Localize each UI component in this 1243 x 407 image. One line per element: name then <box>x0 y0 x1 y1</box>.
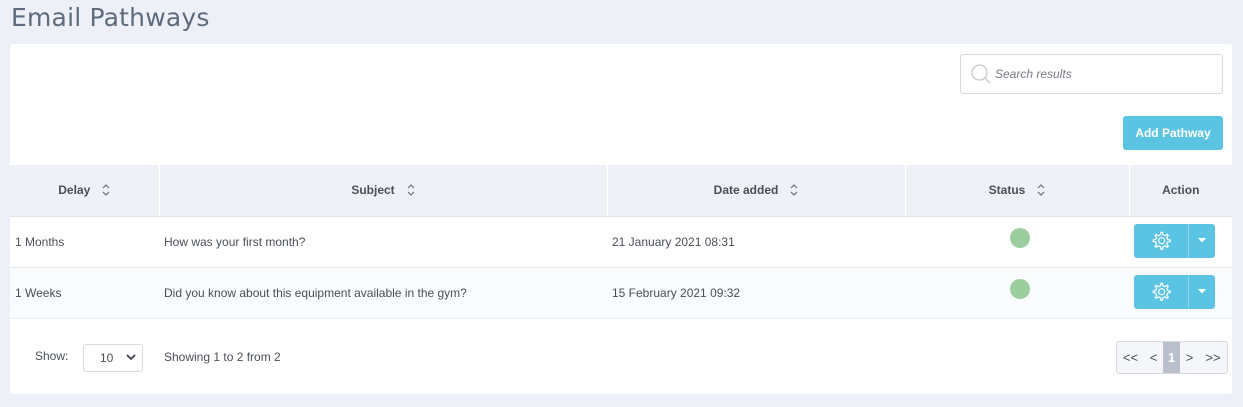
column-header-subject[interactable]: Subject <box>159 165 608 217</box>
page-title: Email Pathways <box>11 3 210 32</box>
first-page-button[interactable]: << <box>1117 342 1144 373</box>
row-action-group <box>1134 274 1232 309</box>
pagination: << < 1 > >> <box>1116 341 1228 374</box>
row-menu-dropdown-button[interactable] <box>1189 223 1215 258</box>
cell-action <box>1129 216 1232 268</box>
table-row: 1 Months How was your first month? 21 Ja… <box>10 216 1232 268</box>
add-pathway-button[interactable]: Add Pathway <box>1123 116 1223 150</box>
search-input[interactable] <box>995 56 1222 92</box>
sort-icon[interactable] <box>1037 183 1045 197</box>
table-header-row: Delay Subject Date added Status Action <box>10 165 1232 217</box>
search-box[interactable] <box>960 54 1223 94</box>
page-size-value: 10 <box>100 351 114 365</box>
pagination-summary: Showing 1 to 2 from 2 <box>164 350 281 364</box>
gear-icon <box>1152 282 1171 301</box>
cell-delay: 1 Months <box>10 216 159 268</box>
page-size-select[interactable]: 10 <box>83 344 143 372</box>
cell-date-added: 15 February 2021 09:32 <box>607 267 905 319</box>
prev-page-button[interactable]: < <box>1144 342 1163 373</box>
column-label: Status <box>988 182 1026 197</box>
status-active-indicator <box>1009 227 1030 248</box>
row-menu-dropdown-button[interactable] <box>1189 274 1215 309</box>
sort-icon[interactable] <box>102 183 110 197</box>
column-header-delay[interactable]: Delay <box>10 165 160 217</box>
show-label: Show: <box>35 349 69 363</box>
caret-down-icon <box>1198 238 1206 243</box>
cell-subject: Did you know about this equipment availa… <box>159 267 607 319</box>
chevron-down-icon <box>126 354 136 361</box>
sort-icon[interactable] <box>407 183 415 197</box>
caret-down-icon <box>1198 289 1206 294</box>
cell-status <box>905 216 1129 268</box>
sort-icon[interactable] <box>790 183 798 197</box>
cell-action <box>1129 267 1232 319</box>
search-icon <box>967 54 995 94</box>
column-header-action: Action <box>1129 165 1232 217</box>
column-label: Date added <box>713 182 779 197</box>
settings-button[interactable] <box>1134 223 1189 258</box>
column-label: Subject <box>351 182 395 197</box>
table-row: 1 Weeks Did you know about this equipmen… <box>10 267 1232 319</box>
settings-button[interactable] <box>1134 274 1189 309</box>
column-header-date-added[interactable]: Date added <box>607 165 906 217</box>
last-page-button[interactable]: >> <box>1199 342 1227 373</box>
cell-delay: 1 Weeks <box>10 267 159 319</box>
pathways-panel: Add Pathway Delay Subject Date added Sta… <box>10 44 1232 394</box>
gear-icon <box>1152 231 1171 250</box>
column-header-status[interactable]: Status <box>905 165 1130 217</box>
next-page-button[interactable]: > <box>1180 342 1199 373</box>
pathways-table: Delay Subject Date added Status Action 1… <box>10 165 1232 319</box>
column-label: Delay <box>58 182 91 197</box>
cell-subject: How was your first month? <box>159 216 607 268</box>
status-active-indicator <box>1009 278 1030 299</box>
current-page[interactable]: 1 <box>1163 342 1180 373</box>
cell-status <box>905 267 1129 319</box>
cell-date-added: 21 January 2021 08:31 <box>607 216 905 268</box>
row-action-group <box>1134 223 1232 258</box>
